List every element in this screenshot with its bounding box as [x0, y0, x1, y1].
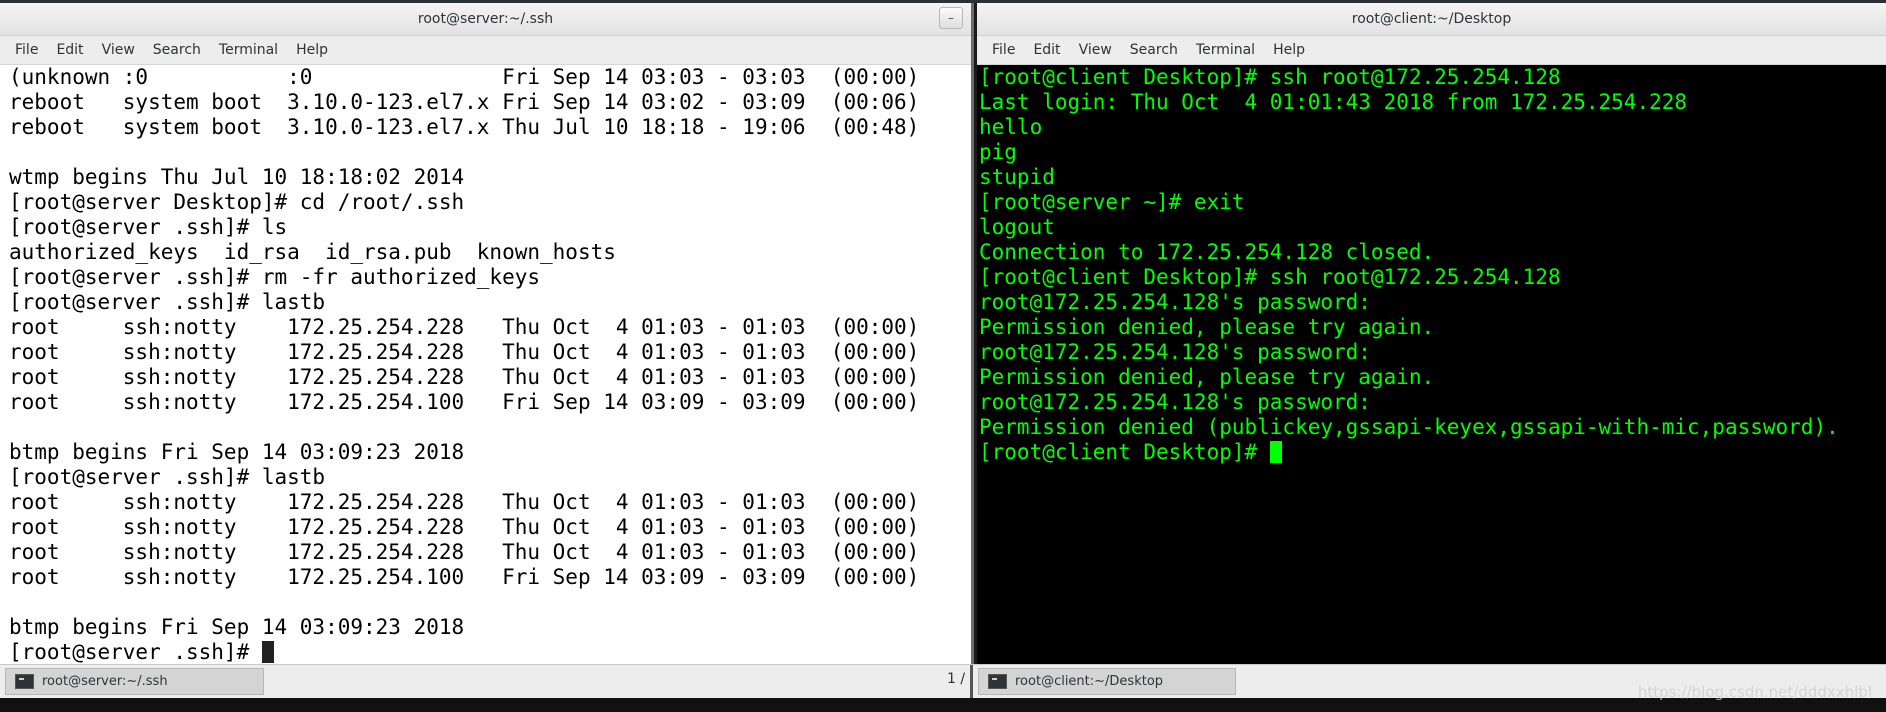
terminal-line: root@172.25.254.128's password: — [979, 290, 1371, 314]
menu-help[interactable]: Help — [1264, 36, 1314, 64]
terminal-line: root ssh:notty 172.25.254.228 Thu Oct 4 … — [9, 315, 920, 339]
terminal-line: [root@client Desktop]# ssh root@172.25.2… — [979, 265, 1561, 289]
terminal-line: root@172.25.254.128's password: — [979, 340, 1371, 364]
terminal-line: reboot system boot 3.10.0-123.el7.x Thu … — [9, 115, 920, 139]
server-titlebar[interactable]: root@server:~/.ssh – — [0, 3, 971, 36]
terminal-cursor — [261, 641, 274, 663]
terminal-line: [root@server .ssh]# ls — [9, 215, 288, 239]
terminal-line: reboot system boot 3.10.0-123.el7.x Fri … — [9, 90, 920, 114]
terminal-line: [root@server Desktop]# cd /root/.ssh — [9, 190, 465, 214]
menu-file[interactable]: File — [6, 36, 47, 64]
taskbar-item-client[interactable]: root@client:~/Desktop — [978, 668, 1236, 695]
terminal-line: Permission denied, please try again. — [979, 365, 1435, 389]
bottom-strip — [0, 698, 1886, 712]
client-terminal-output[interactable]: [root@client Desktop]# ssh root@172.25.2… — [977, 65, 1886, 664]
terminal-line: hello — [979, 115, 1043, 139]
terminal-line: root ssh:notty 172.25.254.228 Thu Oct 4 … — [9, 365, 920, 389]
terminal-line: logout — [979, 215, 1055, 239]
terminal-line: authorized_keys id_rsa id_rsa.pub known_… — [9, 240, 616, 264]
terminal-line: root ssh:notty 172.25.254.100 Fri Sep 14… — [9, 565, 920, 589]
client-terminal-window: root@client:~/Desktop File Edit View Sea… — [977, 3, 1886, 664]
terminal-line: root ssh:notty 172.25.254.228 Thu Oct 4 … — [9, 340, 920, 364]
menu-edit[interactable]: Edit — [1024, 36, 1069, 64]
minimize-icon: – — [948, 11, 954, 25]
watermark-text: https://blog.csdn.net/dddxxhlbl — [1637, 683, 1872, 701]
server-window-title: root@server:~/.ssh — [417, 11, 554, 27]
terminal-line: Permission denied, please try again. — [979, 315, 1435, 339]
menu-view[interactable]: View — [1070, 36, 1121, 64]
taskbar-item-label: root@client:~/Desktop — [1015, 674, 1164, 689]
terminal-line: [root@server .ssh]# rm -fr authorized_ke… — [9, 265, 541, 289]
menu-search[interactable]: Search — [1121, 36, 1187, 64]
terminal-line: (unknown :0 :0 Fri Sep 14 03:03 - 03:03 … — [9, 65, 920, 89]
workspace-pager[interactable]: 1 / — [947, 671, 965, 687]
terminal-line: wtmp begins Thu Jul 10 18:18:02 2014 — [9, 165, 465, 189]
terminal-line: root@172.25.254.128's password: — [979, 390, 1371, 414]
pager-separator — [970, 665, 973, 699]
menu-view[interactable]: View — [93, 36, 144, 64]
terminal-line: [root@server ~]# exit — [979, 190, 1245, 214]
terminal-line: [root@server .ssh]# lastb — [9, 465, 326, 489]
terminal-line: root ssh:notty 172.25.254.100 Fri Sep 14… — [9, 390, 920, 414]
terminal-line: [root@client Desktop]# ssh root@172.25.2… — [979, 65, 1561, 89]
terminal-cursor — [1269, 441, 1282, 463]
terminal-prompt-line[interactable]: [root@server .ssh]# — [9, 640, 971, 664]
client-titlebar[interactable]: root@client:~/Desktop — [977, 3, 1886, 36]
terminal-line: root ssh:notty 172.25.254.228 Thu Oct 4 … — [9, 515, 920, 539]
server-terminal-output[interactable]: (unknown :0 :0 Fri Sep 14 03:03 - 03:03 … — [0, 65, 971, 664]
terminal-line: Last login: Thu Oct 4 01:01:43 2018 from… — [979, 90, 1688, 114]
terminal-prompt-line[interactable]: [root@client Desktop]# — [979, 440, 1886, 465]
menu-terminal[interactable]: Terminal — [1187, 36, 1264, 64]
terminal-line: pig — [979, 140, 1017, 164]
terminal-line: Connection to 172.25.254.128 closed. — [979, 240, 1435, 264]
terminal-line: root ssh:notty 172.25.254.228 Thu Oct 4 … — [9, 490, 920, 514]
taskbar-item-label: root@server:~/.ssh — [42, 674, 168, 689]
menu-file[interactable]: File — [983, 36, 1024, 64]
terminal-line: btmp begins Fri Sep 14 03:09:23 2018 — [9, 440, 465, 464]
server-terminal-window: root@server:~/.ssh – File Edit View Sear… — [0, 3, 974, 664]
client-window-title: root@client:~/Desktop — [1351, 11, 1512, 27]
minimize-button[interactable]: – — [939, 7, 963, 29]
terminal-icon — [988, 674, 1007, 689]
taskbar-item-server[interactable]: root@server:~/.ssh — [5, 668, 264, 695]
terminal-line: stupid — [979, 165, 1055, 189]
menu-search[interactable]: Search — [144, 36, 210, 64]
server-prompt: [root@server .ssh]# — [9, 640, 262, 664]
terminal-icon — [15, 674, 34, 689]
terminal-line: [root@server .ssh]# lastb — [9, 290, 326, 314]
menu-help[interactable]: Help — [287, 36, 337, 64]
terminal-line: Permission denied (publickey,gssapi-keye… — [979, 415, 1839, 439]
menu-edit[interactable]: Edit — [47, 36, 92, 64]
client-prompt: [root@client Desktop]# — [979, 440, 1270, 464]
terminal-line: btmp begins Fri Sep 14 03:09:23 2018 — [9, 615, 465, 639]
client-menubar: File Edit View Search Terminal Help — [977, 36, 1886, 65]
terminal-line: root ssh:notty 172.25.254.228 Thu Oct 4 … — [9, 540, 920, 564]
window-list-taskbar: root@server:~/.ssh 1 / root@client:~/Des… — [0, 664, 1886, 699]
server-menubar: File Edit View Search Terminal Help — [0, 36, 971, 65]
menu-terminal[interactable]: Terminal — [210, 36, 287, 64]
